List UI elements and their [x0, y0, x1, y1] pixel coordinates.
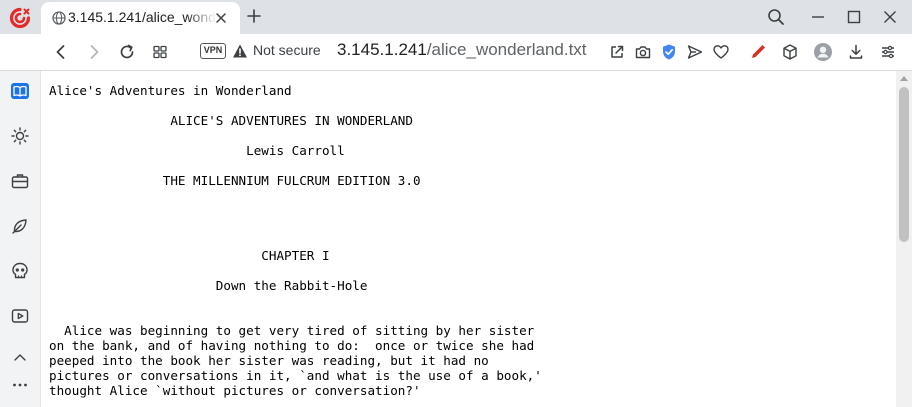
vpn-badge[interactable]: VPN: [200, 43, 226, 59]
sidebar-scroll-up[interactable]: [8, 345, 32, 369]
text-line: thought Alice `without pictures or conve…: [49, 383, 421, 398]
sidebar-item-leaf[interactable]: [8, 214, 32, 238]
pen-icon[interactable]: [748, 42, 768, 62]
tab-strip: 3.145.1.241/alice_wonderland.txt: [0, 0, 912, 34]
text-line: pictures or conversations in it, `and wh…: [49, 368, 542, 383]
text-line: Alice was beginning to get very tired of…: [49, 323, 535, 338]
skull-icon: [12, 262, 28, 279]
video-icon: [11, 309, 29, 323]
text-line: CHAPTER I: [49, 248, 330, 263]
opera-logo-icon[interactable]: [9, 7, 31, 29]
text-line: on the bank, and of having nothing to do…: [49, 338, 535, 353]
leaf-icon: [12, 219, 27, 234]
shield-check-icon[interactable]: [659, 42, 679, 62]
heart-icon[interactable]: [711, 42, 731, 62]
text-line: Down the Rabbit-Hole: [49, 278, 368, 293]
close-window-icon[interactable]: [880, 7, 900, 27]
plus-icon[interactable]: [245, 7, 263, 25]
text-line: ALICE'S ADVENTURES IN WONDERLAND: [49, 113, 413, 128]
forward-icon[interactable]: [84, 42, 104, 62]
url-host: 3.145.1.241: [337, 40, 427, 59]
toolbar: VPN Not secure 3.145.1.241/alice_wonderl…: [0, 34, 912, 70]
sidebar-more[interactable]: [8, 373, 32, 397]
profile-icon[interactable]: [813, 42, 833, 62]
download-icon[interactable]: [846, 42, 866, 62]
security-status[interactable]: Not secure: [253, 42, 321, 58]
more-icon: [13, 383, 27, 387]
text-line: peeped into the book her sister was read…: [49, 353, 489, 368]
sidebar-item-reader[interactable]: [8, 79, 32, 103]
sidebar-item-brightness[interactable]: [8, 124, 32, 148]
camera-icon[interactable]: [633, 42, 653, 62]
reader-icon: [11, 83, 29, 99]
warning-icon[interactable]: [232, 43, 248, 59]
reload-icon[interactable]: [117, 42, 137, 62]
tab-grid-icon[interactable]: [150, 42, 170, 62]
page-content: Alice's Adventures in Wonderland ALICE'S…: [41, 71, 896, 407]
send-icon[interactable]: [685, 42, 705, 62]
sidebar: [0, 71, 41, 407]
tab-title: 3.145.1.241/alice_wonderland.txt: [68, 9, 216, 25]
brightness-icon: [11, 127, 29, 145]
sidebar-item-briefcase[interactable]: [8, 169, 32, 193]
sidebar-item-video[interactable]: [8, 304, 32, 328]
text-document: Alice's Adventures in Wonderland ALICE'S…: [49, 83, 542, 398]
scroll-thumb[interactable]: [899, 87, 909, 242]
text-line: Lewis Carroll: [49, 143, 345, 158]
sidebar-item-skull[interactable]: [8, 259, 32, 283]
chevron-up-icon: [14, 354, 26, 361]
back-icon[interactable]: [51, 42, 71, 62]
cube-icon[interactable]: [780, 42, 800, 62]
vertical-scrollbar[interactable]: [896, 71, 912, 407]
close-icon[interactable]: [213, 10, 229, 26]
globe-icon: [52, 11, 66, 25]
url-path: /alice_wonderland.txt: [426, 40, 587, 59]
address-bar[interactable]: 3.145.1.241/alice_wonderland.txt: [337, 40, 587, 60]
text-line: THE MILLENNIUM FULCRUM EDITION 3.0: [49, 173, 421, 188]
scroll-up-arrow[interactable]: [900, 76, 908, 81]
briefcase-icon: [11, 174, 29, 189]
text-line: Alice's Adventures in Wonderland: [49, 83, 292, 98]
tab-active[interactable]: 3.145.1.241/alice_wonderland.txt: [41, 2, 240, 34]
maximize-icon[interactable]: [844, 7, 864, 27]
minimize-icon[interactable]: [808, 7, 828, 27]
settings-sliders-icon[interactable]: [878, 42, 898, 62]
search-tabs-icon[interactable]: [766, 7, 786, 27]
share-icon[interactable]: [607, 42, 627, 62]
